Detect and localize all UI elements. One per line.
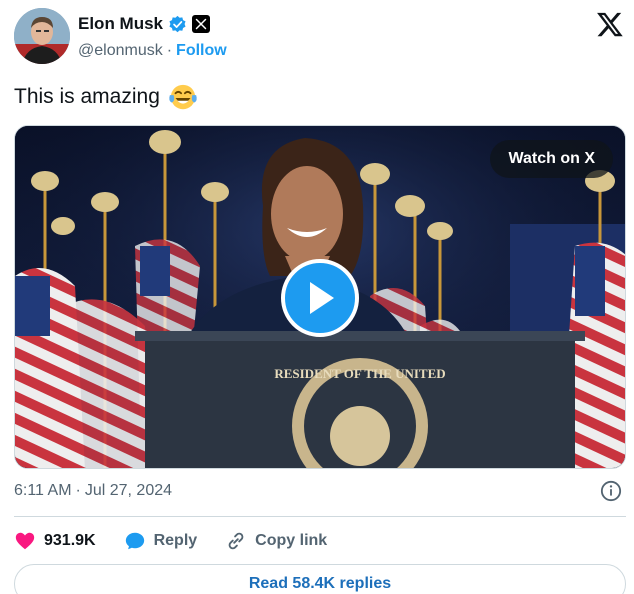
watch-on-x-button[interactable]: Watch on X xyxy=(490,140,613,178)
heart-icon xyxy=(15,532,35,550)
tweet-body: This is amazing xyxy=(14,85,160,108)
author-handle-row: @elonmusk · Follow xyxy=(78,40,227,62)
like-count: 931.9K xyxy=(44,532,96,549)
reply-button[interactable]: Reply xyxy=(124,530,198,552)
reply-icon xyxy=(125,532,144,550)
tweet-time: 6:11 AM xyxy=(14,482,72,499)
copy-link-button[interactable]: Copy link xyxy=(225,530,327,552)
divider xyxy=(14,516,626,517)
reply-label: Reply xyxy=(153,532,198,549)
read-replies-button[interactable]: Read 58.4K replies xyxy=(14,564,626,594)
follow-button[interactable]: Follow xyxy=(176,42,227,60)
like-button[interactable]: 931.9K xyxy=(14,530,96,552)
avatar-image xyxy=(14,8,70,64)
avatar[interactable] xyxy=(14,8,70,64)
tweet-date: Jul 27, 2024 xyxy=(84,482,173,499)
video-player[interactable]: RESIDENT OF THE UNITED Watch on X xyxy=(14,125,626,469)
author-name-row: Elon Musk xyxy=(78,12,211,36)
tweet-timestamp[interactable]: 6:11 AM · Jul 27, 2024 xyxy=(14,482,172,500)
tears-of-joy-emoji-icon xyxy=(169,84,197,110)
info-icon[interactable] xyxy=(600,480,622,502)
tweet-card: Elon Musk @elonmusk · Follow This is ama… xyxy=(0,0,634,594)
handle-separator: · xyxy=(166,42,173,59)
author-display-name[interactable]: Elon Musk xyxy=(78,14,163,34)
play-icon xyxy=(310,282,334,314)
author-handle[interactable]: @elonmusk xyxy=(78,42,163,60)
timestamp-separator: · xyxy=(75,482,81,499)
tweet-actions: 931.9K Reply Copy link xyxy=(14,528,355,554)
verified-badge-icon xyxy=(169,15,186,32)
x-affiliate-icon xyxy=(192,15,211,33)
seal-text: RESIDENT OF THE UNITED xyxy=(274,366,445,381)
copy-link-label: Copy link xyxy=(255,532,328,549)
play-button[interactable] xyxy=(281,259,359,337)
x-logo-icon[interactable] xyxy=(596,10,624,38)
link-icon xyxy=(228,532,244,550)
tweet-text: This is amazing xyxy=(14,82,198,112)
